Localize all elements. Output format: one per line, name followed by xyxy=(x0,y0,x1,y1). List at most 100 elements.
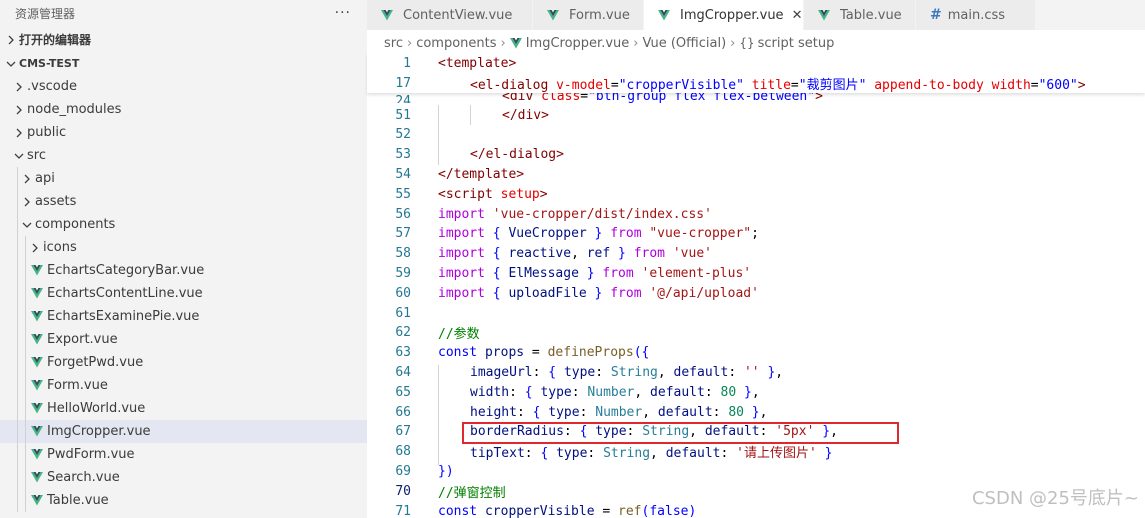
tab-label: Table.vue xyxy=(840,7,902,23)
tab-form-vue[interactable]: Form.vue xyxy=(533,0,644,30)
code-token: imageUrl xyxy=(470,364,533,380)
file-item[interactable]: ForgetPwd.vue xyxy=(0,351,367,374)
code-token: 80 xyxy=(720,384,737,400)
file-item[interactable]: EchartsExaminePie.vue xyxy=(0,305,367,328)
vue-file-icon xyxy=(31,449,47,460)
code-line[interactable]: 69}) xyxy=(367,461,1145,481)
code-line[interactable]: 56 import 'vue-cropper/dist/index.css' xyxy=(367,204,1145,224)
tab-table-vue[interactable]: Table.vue xyxy=(804,0,916,30)
code-token: > xyxy=(1077,77,1086,93)
code-text: width: { type: Number, default: 80 }, xyxy=(470,385,760,400)
code-token: : xyxy=(509,384,525,400)
file-item[interactable]: Form.vue xyxy=(0,374,367,397)
file-item[interactable]: ImgCropper.vue xyxy=(0,420,367,443)
chevron-down-icon xyxy=(11,151,27,161)
code-text: <div class="btn-group flex flex-between"… xyxy=(502,93,823,103)
indent-guide xyxy=(25,236,26,259)
folder-item[interactable]: node_modules xyxy=(0,98,367,121)
breadcrumb-item[interactable]: Vue (Official) xyxy=(642,36,726,51)
code-token: "裁剪图片" xyxy=(798,77,867,93)
code-token: String xyxy=(610,364,658,380)
code-token: } xyxy=(743,404,760,420)
code-line[interactable]: 62 //参数 xyxy=(367,323,1145,343)
vue-icon xyxy=(818,9,834,21)
line-number: 59 xyxy=(395,265,411,281)
code-text: const cropperVisible = ref(false) xyxy=(438,504,696,518)
code-line[interactable]: 58 import { reactive, ref } from 'vue' xyxy=(367,244,1145,264)
code-line[interactable]: 65 width: { type: Number, default: 80 }, xyxy=(367,382,1145,402)
code-line[interactable]: 60 import { uploadFile } from '@/api/uplo… xyxy=(367,283,1145,303)
file-item[interactable]: Table.vue xyxy=(0,489,367,512)
more-actions-icon[interactable]: ··· xyxy=(335,5,351,21)
code-line[interactable]: 63 const props = defineProps({ xyxy=(367,343,1145,363)
code-line[interactable]: 68 tipText: { type: String, default: '请上传… xyxy=(367,442,1145,462)
folder-item[interactable]: .vscode xyxy=(0,75,367,98)
code-line[interactable]: 52 xyxy=(367,125,1145,145)
vue-file-icon xyxy=(509,37,526,49)
folder-item[interactable]: icons xyxy=(0,236,367,259)
code-line[interactable]: 64 imageUrl: { type: String, default: '' … xyxy=(367,362,1145,382)
folder-item[interactable]: components xyxy=(0,213,367,236)
tab-imgcropper-vue[interactable]: ImgCropper.vue ✕ xyxy=(644,0,804,30)
folder-item[interactable]: assets xyxy=(0,190,367,213)
file-item[interactable]: HelloWorld.vue xyxy=(0,397,367,420)
breadcrumb-item[interactable]: src xyxy=(384,36,403,51)
indent-guide xyxy=(25,305,26,328)
breadcrumb-item[interactable]: ImgCropper.vue xyxy=(526,36,630,51)
open-editors-section[interactable]: 打开的编辑器 xyxy=(0,28,367,51)
vue-icon xyxy=(658,9,674,21)
code-line[interactable]: 53 </el-dialog> xyxy=(367,145,1145,165)
indent-guide xyxy=(17,167,18,190)
code-line[interactable]: 66 height: { type: Number, default: 80 }, xyxy=(367,402,1145,422)
indent-guide xyxy=(17,397,18,420)
tab-label: main.css xyxy=(947,7,1006,23)
indent-guide xyxy=(25,282,26,305)
code-line[interactable]: 55 <script setup> xyxy=(367,184,1145,204)
code-token: <template> xyxy=(438,55,517,71)
folder-item[interactable]: public xyxy=(0,121,367,144)
tab-contentview-vue[interactable]: ContentView.vue xyxy=(367,0,533,30)
code-line[interactable]: 51 </div> xyxy=(367,105,1145,125)
tree-item-label: Table.vue xyxy=(47,493,109,508)
code-token: ref xyxy=(586,246,611,262)
file-item[interactable]: Export.vue xyxy=(0,328,367,351)
file-item[interactable]: Search.vue xyxy=(0,466,367,489)
code-editor[interactable]: 1 <template> 17 <el-dialog v-model="cropper… xyxy=(367,53,1145,518)
code-token: Number xyxy=(587,384,635,400)
file-item[interactable]: PwdForm.vue xyxy=(0,443,367,466)
sticky-scroll-line[interactable]: 1 <template> xyxy=(367,53,1145,73)
folder-item[interactable]: api xyxy=(0,167,367,190)
code-token: default xyxy=(665,446,721,462)
code-token: from xyxy=(610,285,650,301)
code-text: height: { type: Number, default: 80 }, xyxy=(470,405,767,420)
code-line[interactable]: 24 <div class="btn-group flex flex-betwee… xyxy=(367,93,1145,103)
breadcrumb-item[interactable]: components xyxy=(416,36,496,51)
folder-item[interactable]: src xyxy=(0,144,367,167)
code-line[interactable]: 61 xyxy=(367,303,1145,323)
file-item[interactable]: EchartsContentLine.vue xyxy=(0,282,367,305)
editor-tabs: ContentView.vue Form.vue ImgCropper.vue ✕ Ta… xyxy=(367,0,1145,30)
code-line[interactable]: 59 import { ElMessage } from 'element-plu… xyxy=(367,263,1145,283)
project-section[interactable]: CMS-TEST xyxy=(0,52,367,75)
vue-file-icon xyxy=(31,426,47,437)
tree-item-label: EchartsCategoryBar.vue xyxy=(47,263,205,278)
file-item[interactable]: EchartsCategoryBar.vue xyxy=(0,259,367,282)
code-text: </div> xyxy=(502,108,549,123)
code-token: = xyxy=(790,77,799,93)
line-number: 58 xyxy=(395,246,411,262)
symbol-braces-icon: {} xyxy=(739,36,755,50)
chevron-right-icon xyxy=(19,197,35,207)
vue-file-icon xyxy=(31,311,47,322)
tree-item-label: node_modules xyxy=(27,102,122,117)
code-line[interactable]: 54 </template> xyxy=(367,164,1145,184)
code-token: ; xyxy=(751,226,759,242)
breadcrumb-item[interactable]: script setup xyxy=(758,36,835,51)
code-text: imageUrl: { type: String, default: '' }, xyxy=(470,365,783,380)
tab-main-css[interactable]: # main.css xyxy=(916,0,1036,30)
sticky-scroll-line[interactable]: 17 <el-dialog v-model="cropperVisible" ti… xyxy=(367,73,1145,93)
close-tab-icon[interactable]: ✕ xyxy=(792,8,803,23)
vue-file-icon xyxy=(31,403,47,414)
code-text: //弹窗控制 xyxy=(438,482,506,501)
code-line[interactable]: 57 import { VueCropper } from "vue-croppe… xyxy=(367,224,1145,244)
code-token: VueCropper xyxy=(508,226,587,242)
